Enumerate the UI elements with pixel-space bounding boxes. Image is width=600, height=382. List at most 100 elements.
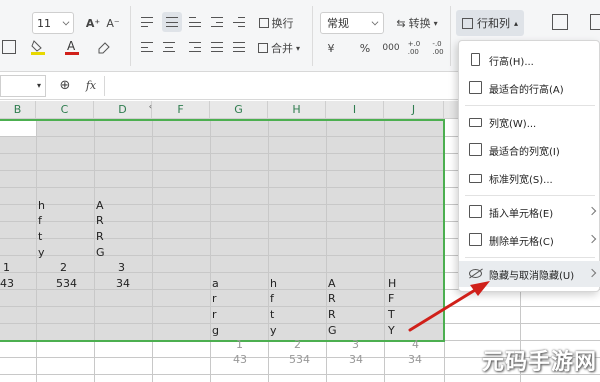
cell-j-34: 34: [408, 353, 422, 366]
cell-g-g: g: [212, 324, 219, 337]
eraser-icon[interactable]: [96, 38, 112, 56]
increase-decimal-label: +.0 .00: [407, 40, 421, 56]
menu-item-standard-column-width[interactable]: 标准列宽(S)...: [459, 165, 600, 191]
watermark: 元码手游网: [482, 349, 598, 375]
align-left-icon[interactable]: [140, 41, 154, 53]
cell-c-y: y: [38, 246, 45, 259]
menu-item-insert-cells[interactable]: 插入单元格(E): [459, 199, 600, 225]
name-box[interactable]: ▾: [0, 75, 46, 97]
cell-i-g: G: [328, 324, 337, 337]
menu-item-label: 删除单元格(C): [489, 236, 554, 248]
chevron-down-icon: [371, 18, 379, 26]
row-height-icon: [471, 53, 480, 66]
font-color-icon[interactable]: A: [64, 38, 80, 56]
insert-cells-icon: [469, 205, 482, 218]
align-right-icon[interactable]: [188, 41, 202, 53]
column-header-b[interactable]: B: [0, 101, 36, 119]
align-middle-icon[interactable]: [162, 12, 182, 32]
menu-item-hide-unhide[interactable]: 隐藏与取消隐藏(U): [459, 261, 600, 287]
currency-label: ¥: [327, 41, 335, 55]
menu-item-delete-cells[interactable]: 删除单元格(C): [459, 227, 600, 253]
chevron-right-icon: [587, 234, 597, 244]
merge-button[interactable]: 合并 ▾: [254, 39, 304, 57]
cell-g-43: 43: [233, 353, 247, 366]
font-size-value: 11: [37, 16, 51, 30]
convert-icon: ⇆: [396, 16, 406, 30]
distributed-icon[interactable]: [232, 41, 246, 53]
cell-c-t: t: [38, 230, 43, 243]
justify-icon[interactable]: [210, 41, 224, 53]
number-format-select[interactable]: 常规: [320, 12, 384, 34]
formula-input[interactable]: [104, 76, 454, 96]
chevron-right-icon: [587, 268, 597, 278]
column-header-g[interactable]: G: [210, 101, 268, 119]
cell-h-y: y: [270, 324, 277, 337]
rows-columns-menu: 行高(H)... 最适合的行高(A) 列宽(W)... 最适合的列宽(I) 标准…: [458, 40, 600, 292]
convert-button[interactable]: ⇆ 转换 ▾: [392, 14, 442, 32]
shrink-font-button[interactable]: A⁻: [104, 14, 122, 32]
worksheet-icon[interactable]: [552, 14, 568, 30]
zoom-icon[interactable]: ⊕: [58, 77, 72, 93]
cell-h-t: t: [270, 308, 275, 321]
menu-item-autofit-column-width[interactable]: 最适合的列宽(I): [459, 137, 600, 163]
menu-item-label: 隐藏与取消隐藏(U): [489, 270, 575, 282]
align-center-icon[interactable]: [162, 41, 176, 53]
wrap-text-button[interactable]: 换行: [254, 14, 298, 32]
rows-columns-icon: [462, 17, 473, 29]
cell-i-r: R: [328, 292, 336, 305]
cell-i-3: 3: [352, 338, 359, 351]
menu-item-autofit-row-height[interactable]: 最适合的行高(A): [459, 75, 600, 101]
merge-label: 合并: [270, 42, 293, 55]
grow-font-button[interactable]: A⁺: [84, 14, 102, 32]
cell-j-t: T: [388, 308, 395, 321]
fx-button[interactable]: fx: [82, 77, 100, 93]
cell-d-3: 3: [118, 261, 125, 274]
currency-button[interactable]: ¥: [322, 40, 340, 56]
menu-item-label: 列宽(W)...: [489, 118, 537, 130]
chevron-down-icon: ▾: [36, 81, 41, 90]
column-header-c[interactable]: C: [36, 101, 94, 119]
svg-text:A: A: [67, 39, 76, 53]
indent-icon[interactable]: [210, 16, 224, 28]
cell-h-h: h: [270, 277, 277, 290]
outdent-icon[interactable]: [232, 16, 246, 28]
column-header-d[interactable]: D: [94, 101, 152, 119]
cell-g-a: a: [212, 277, 219, 290]
cell-i-a: A: [328, 277, 336, 290]
cell-b-43: 43: [0, 277, 14, 290]
column-width-icon: [469, 118, 482, 127]
menu-item-column-width[interactable]: 列宽(W)...: [459, 109, 600, 135]
font-size-select[interactable]: 11: [32, 12, 74, 34]
autofit-column-icon: [469, 143, 482, 156]
freeze-icon[interactable]: [590, 14, 600, 30]
cell-c-f: f: [38, 214, 42, 227]
cell-i-34: 34: [349, 353, 363, 366]
align-bottom-icon[interactable]: [188, 16, 202, 28]
chevron-down-icon: ▾: [295, 43, 300, 53]
decrease-decimal-button[interactable]: -.0 .00: [428, 38, 448, 58]
fill-color-icon[interactable]: [30, 38, 46, 56]
cell-h-f: f: [270, 292, 274, 305]
active-cell[interactable]: [0, 119, 36, 136]
menu-item-label: 标准列宽(S)...: [489, 174, 553, 186]
thousands-button[interactable]: 000: [380, 40, 402, 56]
menu-item-label: 最适合的列宽(I): [489, 146, 560, 158]
increase-decimal-button[interactable]: +.0 .00: [404, 38, 424, 58]
cell-d-r: R: [96, 214, 104, 227]
rows-and-columns-button[interactable]: 行和列 ▴: [456, 10, 524, 36]
percent-label: %: [359, 41, 371, 55]
column-header-f[interactable]: F: [152, 101, 210, 119]
column-header-h[interactable]: H: [268, 101, 326, 119]
rows-columns-label: 行和列: [477, 17, 510, 30]
convert-label: 转换: [408, 17, 431, 30]
standard-width-icon: [469, 174, 482, 183]
cell-j-y: Y: [388, 324, 395, 337]
align-top-icon[interactable]: [140, 16, 154, 28]
menu-item-row-height[interactable]: 行高(H)...: [459, 47, 600, 73]
borders-icon[interactable]: [2, 40, 16, 54]
cell-j-f: F: [388, 292, 395, 305]
zoom-glyph: ⊕: [59, 77, 71, 93]
column-header-j[interactable]: J: [384, 101, 444, 119]
column-header-i[interactable]: I: [326, 101, 384, 119]
percent-button[interactable]: %: [358, 40, 372, 56]
